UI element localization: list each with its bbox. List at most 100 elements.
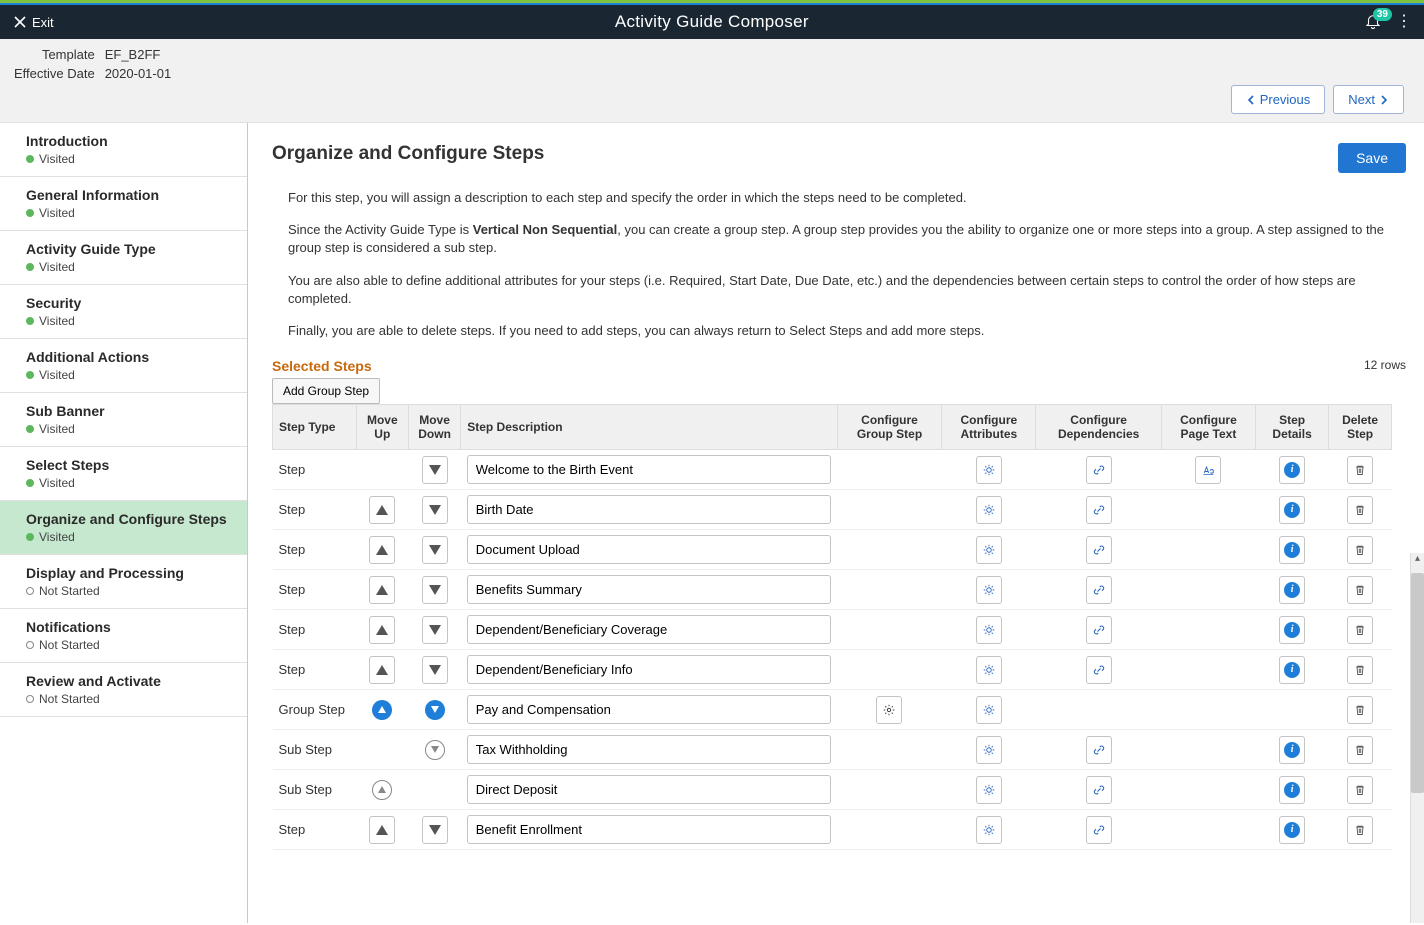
table-row: Sub Stepi xyxy=(273,730,1392,770)
notifications-button[interactable]: 39 xyxy=(1364,12,1382,33)
sidebar-item[interactable]: General InformationVisited xyxy=(0,177,247,231)
sidebar-item[interactable]: Additional ActionsVisited xyxy=(0,339,247,393)
cell-delete xyxy=(1329,450,1392,490)
step-description-input[interactable] xyxy=(467,775,831,804)
cell-delete xyxy=(1329,530,1392,570)
configure-attributes-button[interactable] xyxy=(976,656,1002,684)
configure-dependencies-button[interactable] xyxy=(1086,736,1112,764)
cell-conf-pagetext xyxy=(1161,570,1255,610)
sidebar-item-status: Not Started xyxy=(26,638,237,652)
configure-group-step-button[interactable] xyxy=(876,696,902,724)
step-details-button[interactable]: i xyxy=(1279,816,1305,844)
scroll-up-arrow[interactable]: ▴ xyxy=(1411,553,1424,567)
configure-attributes-button[interactable] xyxy=(976,776,1002,804)
sidebar-item[interactable]: Activity Guide TypeVisited xyxy=(0,231,247,285)
delete-step-button[interactable] xyxy=(1347,696,1373,724)
step-details-button[interactable]: i xyxy=(1279,536,1305,564)
delete-step-button[interactable] xyxy=(1347,656,1373,684)
cell-move-up xyxy=(356,610,408,650)
configure-attributes-button[interactable] xyxy=(976,696,1002,724)
delete-step-button[interactable] xyxy=(1347,816,1373,844)
step-description-input[interactable] xyxy=(467,535,831,564)
step-details-button[interactable]: i xyxy=(1279,736,1305,764)
sidebar-item[interactable]: Display and ProcessingNot Started xyxy=(0,555,247,609)
move-arrow-button[interactable] xyxy=(369,496,395,524)
add-group-step-button[interactable]: Add Group Step xyxy=(272,378,380,404)
step-description-input[interactable] xyxy=(467,735,831,764)
configure-attributes-button[interactable] xyxy=(976,456,1002,484)
move-arrow-button[interactable] xyxy=(422,816,448,844)
step-description-input[interactable] xyxy=(467,655,831,684)
exit-button[interactable]: Exit xyxy=(8,11,60,34)
move-arrow-button[interactable] xyxy=(422,656,448,684)
delete-step-button[interactable] xyxy=(1347,496,1373,524)
delete-step-button[interactable] xyxy=(1347,736,1373,764)
configure-dependencies-button[interactable] xyxy=(1086,496,1112,524)
move-down-sub-button[interactable] xyxy=(425,740,445,760)
sidebar-item[interactable]: Sub BannerVisited xyxy=(0,393,247,447)
move-arrow-button[interactable] xyxy=(369,576,395,604)
configure-dependencies-button[interactable] xyxy=(1086,576,1112,604)
delete-step-button[interactable] xyxy=(1347,616,1373,644)
cell-details: i xyxy=(1255,650,1328,690)
step-description-input[interactable] xyxy=(467,815,831,844)
move-up-group-button[interactable] xyxy=(372,700,392,720)
delete-step-button[interactable] xyxy=(1347,576,1373,604)
configure-attributes-button[interactable] xyxy=(976,536,1002,564)
sidebar-item[interactable]: SecurityVisited xyxy=(0,285,247,339)
step-details-button[interactable]: i xyxy=(1279,576,1305,604)
sidebar-item[interactable]: IntroductionVisited xyxy=(0,123,247,177)
configure-attributes-button[interactable] xyxy=(976,576,1002,604)
move-arrow-button[interactable] xyxy=(422,496,448,524)
step-details-button[interactable]: i xyxy=(1279,616,1305,644)
move-up-sub-button[interactable] xyxy=(372,780,392,800)
step-description-input[interactable] xyxy=(467,495,831,524)
cell-desc xyxy=(461,650,837,690)
col-step-details: Step Details xyxy=(1255,405,1328,450)
move-arrow-button[interactable] xyxy=(422,456,448,484)
cell-details xyxy=(1255,690,1328,730)
delete-step-button[interactable] xyxy=(1347,456,1373,484)
sidebar-item[interactable]: Organize and Configure StepsVisited xyxy=(0,501,247,555)
move-arrow-button[interactable] xyxy=(422,576,448,604)
move-arrow-button[interactable] xyxy=(369,656,395,684)
scroll-thumb[interactable] xyxy=(1411,573,1424,793)
move-arrow-button[interactable] xyxy=(422,616,448,644)
configure-dependencies-button[interactable] xyxy=(1086,616,1112,644)
save-button[interactable]: Save xyxy=(1338,143,1406,173)
configure-attributes-button[interactable] xyxy=(976,736,1002,764)
step-details-button[interactable]: i xyxy=(1279,776,1305,804)
move-arrow-button[interactable] xyxy=(369,536,395,564)
cell-conf-dep xyxy=(1036,530,1161,570)
configure-dependencies-button[interactable] xyxy=(1086,536,1112,564)
delete-step-button[interactable] xyxy=(1347,776,1373,804)
configure-dependencies-button[interactable] xyxy=(1086,656,1112,684)
step-details-button[interactable]: i xyxy=(1279,656,1305,684)
vertical-scrollbar[interactable]: ▴ xyxy=(1410,553,1424,923)
sidebar-item[interactable]: Review and ActivateNot Started xyxy=(0,663,247,717)
configure-dependencies-button[interactable] xyxy=(1086,456,1112,484)
step-description-input[interactable] xyxy=(467,575,831,604)
move-down-group-button[interactable] xyxy=(425,700,445,720)
previous-button[interactable]: Previous xyxy=(1231,85,1326,114)
delete-step-button[interactable] xyxy=(1347,536,1373,564)
sidebar-item[interactable]: Select StepsVisited xyxy=(0,447,247,501)
configure-dependencies-button[interactable] xyxy=(1086,816,1112,844)
configure-attributes-button[interactable] xyxy=(976,816,1002,844)
move-arrow-button[interactable] xyxy=(422,536,448,564)
configure-attributes-button[interactable] xyxy=(976,616,1002,644)
sidebar-item[interactable]: NotificationsNot Started xyxy=(0,609,247,663)
configure-page-text-button[interactable] xyxy=(1195,456,1221,484)
step-details-button[interactable]: i xyxy=(1279,496,1305,524)
step-description-input[interactable] xyxy=(467,695,831,724)
cell-conf-dep xyxy=(1036,610,1161,650)
kebab-menu-icon[interactable]: ⋮ xyxy=(1392,14,1416,30)
move-arrow-button[interactable] xyxy=(369,816,395,844)
move-arrow-button[interactable] xyxy=(369,616,395,644)
configure-attributes-button[interactable] xyxy=(976,496,1002,524)
configure-dependencies-button[interactable] xyxy=(1086,776,1112,804)
next-button[interactable]: Next xyxy=(1333,85,1404,114)
step-details-button[interactable]: i xyxy=(1279,456,1305,484)
step-description-input[interactable] xyxy=(467,615,831,644)
step-description-input[interactable] xyxy=(467,455,831,484)
